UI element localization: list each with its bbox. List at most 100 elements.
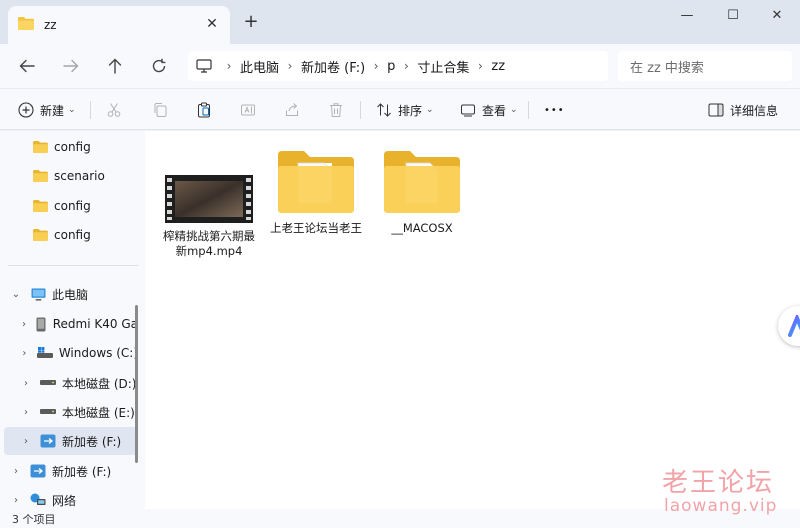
scissors-icon bbox=[107, 103, 121, 117]
up-button[interactable] bbox=[100, 52, 130, 80]
delete-button[interactable] bbox=[328, 97, 344, 123]
share-button[interactable] bbox=[284, 97, 300, 123]
arrow-up-icon bbox=[108, 58, 122, 74]
sidebar-item-label: 新加卷 (F:) bbox=[62, 434, 122, 449]
sidebar-item-drive-f-selected[interactable]: › 新加卷 (F:) bbox=[4, 427, 138, 455]
refresh-button[interactable] bbox=[144, 52, 174, 80]
address-bar[interactable]: › 此电脑 › 新加卷 (F:) › p › 寸止合集 › zz bbox=[188, 51, 608, 81]
breadcrumb-drive-f[interactable]: 新加卷 (F:) bbox=[301, 57, 365, 76]
file-item-folder-2[interactable]: __MACOSX bbox=[372, 149, 472, 236]
cut-button[interactable] bbox=[106, 97, 122, 123]
file-name: 榨精挑战第六期最新mp4.mp4 bbox=[163, 229, 255, 258]
chevron-right-icon[interactable]: › bbox=[10, 466, 22, 477]
video-thumbnail-icon bbox=[165, 175, 253, 223]
folder-name: 上老王论坛当老王 bbox=[270, 221, 362, 235]
sidebar-item-config-1[interactable]: config bbox=[0, 133, 138, 161]
file-list: 榨精挑战第六期最新mp4.mp4 上老王论坛当老王 __MACOSX bbox=[145, 131, 800, 509]
view-button-label: 查看 bbox=[482, 103, 507, 118]
sidebar-item-drive-c[interactable]: › Windows (C:) bbox=[0, 339, 138, 367]
folder-icon bbox=[32, 228, 48, 242]
more-icon: ••• bbox=[544, 104, 565, 116]
sidebar-item-drive-f[interactable]: › 新加卷 (F:) bbox=[0, 457, 138, 485]
refresh-icon bbox=[152, 58, 166, 73]
breadcrumb-zz[interactable]: zz bbox=[491, 59, 505, 74]
watermark-url: laowang.vip bbox=[664, 496, 778, 516]
sort-button-label: 排序 bbox=[398, 103, 423, 118]
tab-zz[interactable]: zz ✕ bbox=[8, 6, 230, 44]
chevron-right-icon[interactable]: › bbox=[20, 319, 28, 330]
sidebar-item-network[interactable]: › 网络 bbox=[0, 486, 138, 509]
sidebar-item-drive-d[interactable]: › 本地磁盘 (D:) bbox=[0, 369, 138, 397]
view-icon bbox=[461, 104, 475, 117]
toolbar-divider bbox=[528, 101, 529, 119]
plus-circle-icon bbox=[18, 102, 34, 118]
sort-button[interactable]: 排序 ⌄ bbox=[376, 97, 434, 123]
chevron-down-icon[interactable]: ⌄ bbox=[10, 289, 22, 300]
chevron-right-icon[interactable]: › bbox=[20, 348, 29, 359]
chevron-right-icon[interactable]: › bbox=[20, 378, 32, 389]
minimize-icon[interactable]: — bbox=[664, 0, 710, 30]
navigation-pane: config scenario config config ⌄ 此电脑 › Re… bbox=[0, 131, 145, 509]
copy-button[interactable] bbox=[152, 97, 168, 123]
sidebar-item-label: 新加卷 (F:) bbox=[52, 464, 112, 479]
details-button[interactable]: 详细信息 bbox=[708, 97, 778, 123]
monitor-icon bbox=[30, 287, 46, 301]
more-options-button[interactable]: ••• bbox=[544, 97, 565, 123]
sidebar-item-config-2[interactable]: config bbox=[0, 192, 138, 220]
breadcrumb-collection[interactable]: 寸止合集 bbox=[417, 57, 469, 76]
folder-icon bbox=[384, 151, 460, 213]
sidebar-item-this-pc[interactable]: ⌄ 此电脑 bbox=[0, 280, 138, 308]
view-button[interactable]: 查看 ⌄ bbox=[460, 97, 518, 123]
command-bar: 新建 ⌄ 排序 ⌄ 查看 ⌄ ••• 详细信息 bbox=[0, 88, 800, 130]
chevron-right-icon[interactable]: › bbox=[20, 407, 32, 418]
sidebar-item-label: 网络 bbox=[52, 493, 77, 508]
folder-icon bbox=[32, 199, 48, 213]
file-item-folder-1[interactable]: 上老王论坛当老王 bbox=[266, 149, 366, 236]
sidebar-item-label: config bbox=[54, 140, 91, 154]
folder-icon bbox=[18, 17, 34, 33]
sidebar-item-label: Windows (C:) bbox=[58, 346, 138, 360]
breadcrumb-separator-icon: › bbox=[478, 59, 483, 73]
assistant-icon bbox=[788, 315, 800, 337]
rename-button[interactable] bbox=[240, 97, 256, 123]
breadcrumb-separator-icon: › bbox=[287, 59, 293, 73]
sidebar-item-scenario[interactable]: scenario bbox=[0, 162, 138, 190]
folder-name: __MACOSX bbox=[391, 221, 453, 235]
sidebar-scrollbar[interactable] bbox=[135, 305, 138, 463]
sidebar-item-redmi-phone[interactable]: › Redmi K40 Ga bbox=[0, 310, 138, 338]
maximize-icon[interactable]: ☐ bbox=[710, 0, 756, 30]
sidebar-item-config-3[interactable]: config bbox=[0, 221, 138, 249]
close-window-icon[interactable]: ✕ bbox=[754, 0, 800, 30]
details-pane-icon bbox=[708, 103, 724, 117]
breadcrumb-p[interactable]: p bbox=[387, 59, 395, 74]
breadcrumb-separator-icon: › bbox=[373, 59, 379, 73]
folder-icon bbox=[278, 151, 354, 213]
rename-icon bbox=[241, 104, 255, 116]
usb-drive-icon bbox=[40, 434, 56, 448]
tab-close-icon[interactable]: ✕ bbox=[204, 16, 220, 32]
chevron-down-icon: ⌄ bbox=[426, 105, 434, 115]
usb-drive-icon bbox=[30, 464, 46, 478]
chevron-down-icon: ⌄ bbox=[510, 105, 518, 115]
sidebar-item-label: 本地磁盘 (E:) bbox=[62, 405, 135, 420]
back-button[interactable] bbox=[12, 52, 42, 80]
forward-button[interactable] bbox=[56, 52, 86, 80]
new-tab-icon[interactable]: + bbox=[242, 13, 260, 31]
new-button[interactable]: 新建 ⌄ bbox=[18, 97, 76, 123]
item-count: 3 个项目 bbox=[12, 512, 56, 526]
breadcrumb-this-pc[interactable]: 此电脑 bbox=[240, 57, 279, 76]
chevron-right-icon[interactable]: › bbox=[20, 436, 32, 447]
search-input[interactable]: 在 zz 中搜索 bbox=[618, 51, 792, 81]
sidebar-divider bbox=[8, 265, 138, 266]
breadcrumb-separator-icon: › bbox=[404, 59, 409, 73]
folder-icon bbox=[32, 140, 48, 154]
sidebar-item-label: scenario bbox=[54, 169, 105, 183]
paste-button[interactable] bbox=[196, 97, 212, 123]
watermark-text: 老王论坛 bbox=[662, 468, 775, 498]
toolbar-divider bbox=[90, 101, 91, 119]
file-item-video[interactable]: 榨精挑战第六期最新mp4.mp4 bbox=[159, 175, 259, 259]
sidebar-item-drive-e[interactable]: › 本地磁盘 (E:) bbox=[0, 398, 138, 426]
windows-drive-icon bbox=[36, 346, 53, 360]
chevron-right-icon[interactable]: › bbox=[10, 495, 22, 506]
hard-drive-icon bbox=[40, 405, 56, 419]
